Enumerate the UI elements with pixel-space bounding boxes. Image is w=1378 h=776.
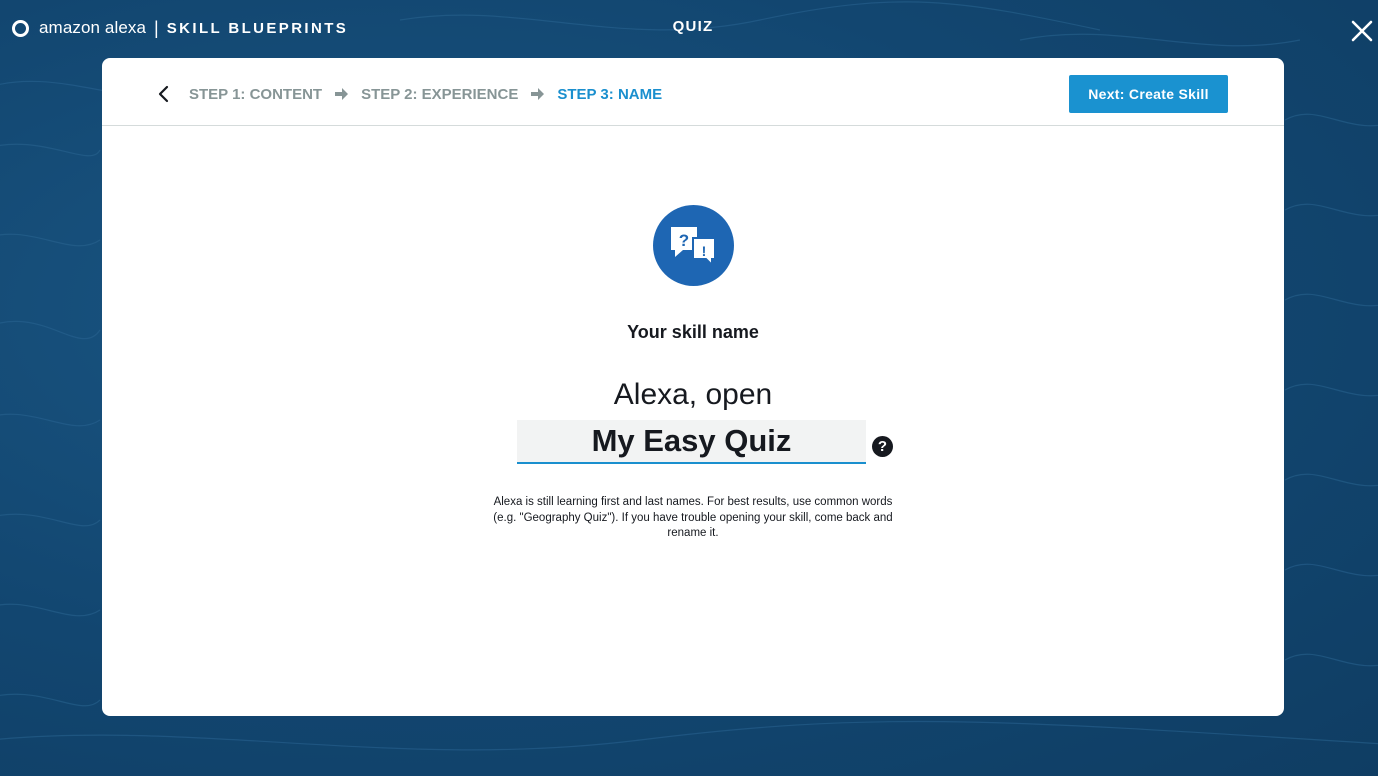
step-experience[interactable]: STEP 2: EXPERIENCE	[361, 86, 518, 103]
skill-name-hint: Alexa is still learning first and last n…	[493, 496, 893, 539]
blueprint-title: QUIZ	[672, 18, 714, 35]
skill-name-heading: Your skill name	[627, 322, 759, 342]
svg-text:?: ?	[679, 231, 689, 250]
skill-name-input[interactable]	[517, 420, 866, 464]
next-create-skill-button[interactable]: Next: Create Skill	[1069, 75, 1228, 113]
invocation-prefix: Alexa, open	[613, 378, 773, 411]
question-circle-icon[interactable]: ?	[872, 436, 893, 457]
arrow-right-icon	[530, 87, 545, 101]
arrow-right-icon	[334, 87, 349, 101]
step-breadcrumb: STEP 1: CONTENT STEP 2: EXPERIENCE STEP …	[189, 84, 662, 104]
step-name[interactable]: STEP 3: NAME	[557, 86, 662, 103]
svg-text:!: !	[702, 243, 707, 259]
chevron-left-icon[interactable]	[156, 85, 172, 103]
close-icon[interactable]	[1351, 20, 1373, 42]
top-bar: amazon alexa | SKILL BLUEPRINTS QUIZ	[0, 0, 1378, 56]
wizard-header: STEP 1: CONTENT STEP 2: EXPERIENCE STEP …	[102, 58, 1284, 126]
wizard-card: STEP 1: CONTENT STEP 2: EXPERIENCE STEP …	[102, 58, 1284, 716]
step-content[interactable]: STEP 1: CONTENT	[189, 86, 322, 103]
quiz-question-exclamation-icon: ? !	[653, 205, 734, 286]
